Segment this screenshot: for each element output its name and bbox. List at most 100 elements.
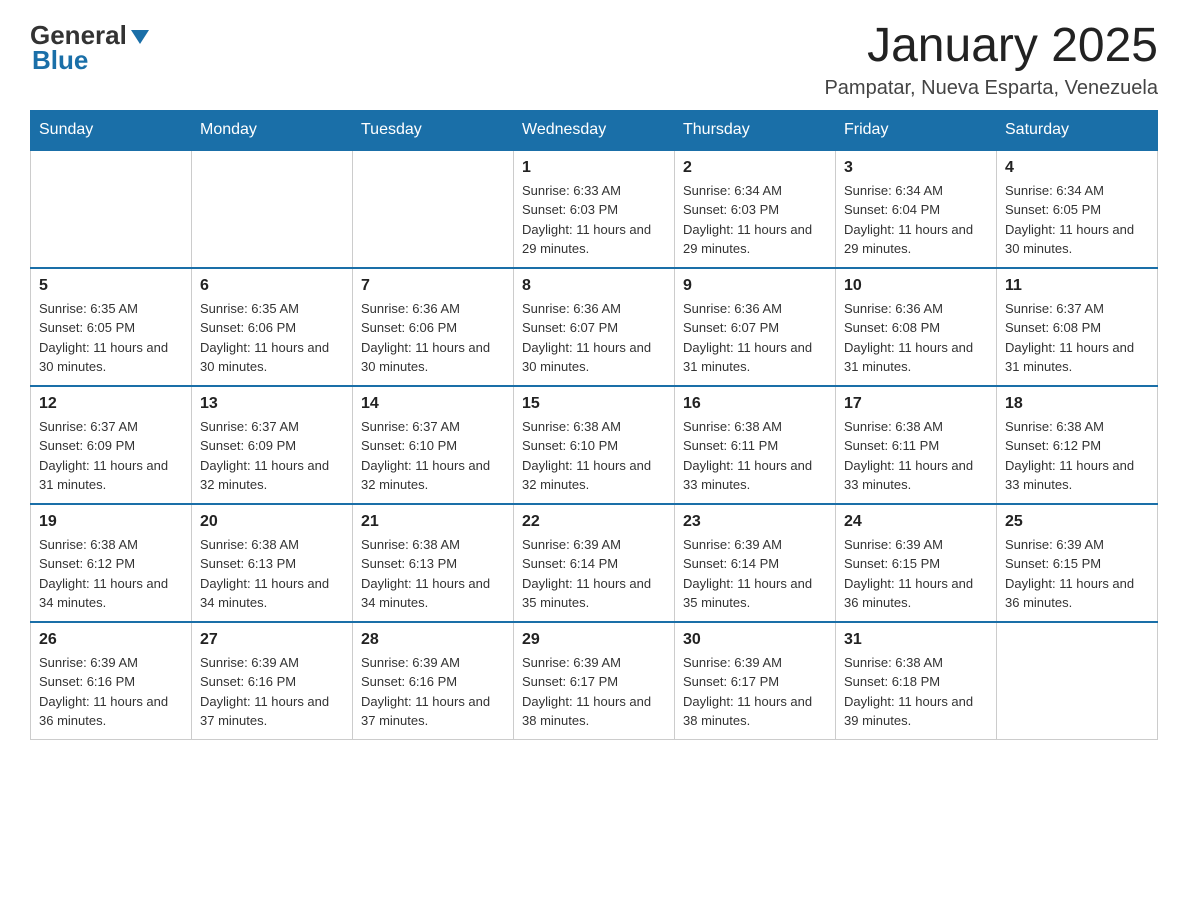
day-number: 2: [683, 159, 827, 177]
calendar-cell: 23 Sunrise: 6:39 AMSunset: 6:14 PMDayligh…: [675, 504, 836, 622]
week-row-3: 12 Sunrise: 6:37 AMSunset: 6:09 PMDayligh…: [31, 386, 1158, 504]
calendar-cell: 6 Sunrise: 6:35 AMSunset: 6:06 PMDaylight…: [192, 268, 353, 386]
calendar-cell: 17 Sunrise: 6:38 AMSunset: 6:11 PMDayligh…: [836, 386, 997, 504]
day-number: 17: [844, 395, 988, 413]
weekday-header-tuesday: Tuesday: [353, 110, 514, 150]
calendar-cell: 4Sunrise: 6:34 AMSunset: 6:05 PMDaylight…: [997, 150, 1158, 268]
day-number: 23: [683, 513, 827, 531]
day-info: Sunrise: 6:39 AMSunset: 6:16 PMDaylight:…: [39, 653, 183, 731]
calendar-cell: 5Sunrise: 6:35 AMSunset: 6:05 PMDaylight…: [31, 268, 192, 386]
day-info: Sunrise: 6:38 AMSunset: 6:11 PMDaylight:…: [683, 417, 827, 495]
calendar-cell: 7 Sunrise: 6:36 AMSunset: 6:06 PMDaylight…: [353, 268, 514, 386]
calendar-cell: 24 Sunrise: 6:39 AMSunset: 6:15 PMDayligh…: [836, 504, 997, 622]
day-info: Sunrise: 6:39 AMSunset: 6:14 PMDaylight:…: [683, 535, 827, 613]
day-info: Sunrise: 6:38 AMSunset: 6:18 PMDaylight:…: [844, 653, 988, 731]
day-info: Sunrise: 6:36 AMSunset: 6:06 PMDaylight:…: [361, 299, 505, 377]
day-number: 31: [844, 631, 988, 649]
calendar-cell: 12 Sunrise: 6:37 AMSunset: 6:09 PMDayligh…: [31, 386, 192, 504]
day-number: 22: [522, 513, 666, 531]
calendar-cell: 3Sunrise: 6:34 AMSunset: 6:04 PMDaylight…: [836, 150, 997, 268]
calendar-cell: 30 Sunrise: 6:39 AMSunset: 6:17 PMDayligh…: [675, 622, 836, 740]
day-info: Sunrise: 6:38 AMSunset: 6:13 PMDaylight:…: [200, 535, 344, 613]
day-info: Sunrise: 6:35 AMSunset: 6:06 PMDaylight:…: [200, 299, 344, 377]
day-number: 1: [522, 159, 666, 177]
calendar-cell: 15 Sunrise: 6:38 AMSunset: 6:10 PMDayligh…: [514, 386, 675, 504]
day-number: 26: [39, 631, 183, 649]
day-number: 7: [361, 277, 505, 295]
day-number: 12: [39, 395, 183, 413]
day-info: Sunrise: 6:38 AMSunset: 6:11 PMDaylight:…: [844, 417, 988, 495]
calendar-cell: 8 Sunrise: 6:36 AMSunset: 6:07 PMDaylight…: [514, 268, 675, 386]
calendar-cell: 21Sunrise: 6:38 AMSunset: 6:13 PMDayligh…: [353, 504, 514, 622]
day-number: 21: [361, 513, 505, 531]
day-info: Sunrise: 6:39 AMSunset: 6:16 PMDaylight:…: [361, 653, 505, 731]
weekday-header-wednesday: Wednesday: [514, 110, 675, 150]
day-number: 10: [844, 277, 988, 295]
day-number: 28: [361, 631, 505, 649]
day-info: Sunrise: 6:36 AMSunset: 6:08 PMDaylight:…: [844, 299, 988, 377]
day-info: Sunrise: 6:37 AMSunset: 6:08 PMDaylight:…: [1005, 299, 1149, 377]
calendar-cell: 13Sunrise: 6:37 AMSunset: 6:09 PMDayligh…: [192, 386, 353, 504]
week-row-2: 5Sunrise: 6:35 AMSunset: 6:05 PMDaylight…: [31, 268, 1158, 386]
calendar-cell: 19Sunrise: 6:38 AMSunset: 6:12 PMDayligh…: [31, 504, 192, 622]
weekday-header-thursday: Thursday: [675, 110, 836, 150]
day-info: Sunrise: 6:39 AMSunset: 6:17 PMDaylight:…: [683, 653, 827, 731]
day-number: 15: [522, 395, 666, 413]
day-info: Sunrise: 6:33 AMSunset: 6:03 PMDaylight:…: [522, 181, 666, 259]
day-number: 6: [200, 277, 344, 295]
week-row-5: 26 Sunrise: 6:39 AMSunset: 6:16 PMDayligh…: [31, 622, 1158, 740]
calendar-cell: 28 Sunrise: 6:39 AMSunset: 6:16 PMDayligh…: [353, 622, 514, 740]
logo: General Blue: [30, 20, 151, 76]
weekday-header-friday: Friday: [836, 110, 997, 150]
day-info: Sunrise: 6:38 AMSunset: 6:10 PMDaylight:…: [522, 417, 666, 495]
day-info: Sunrise: 6:34 AMSunset: 6:03 PMDaylight:…: [683, 181, 827, 259]
day-number: 20: [200, 513, 344, 531]
calendar-cell: [31, 150, 192, 268]
calendar-table: SundayMondayTuesdayWednesdayThursdayFrid…: [30, 110, 1158, 740]
calendar-cell: [353, 150, 514, 268]
day-number: 16: [683, 395, 827, 413]
day-number: 24: [844, 513, 988, 531]
calendar-cell: 16 Sunrise: 6:38 AMSunset: 6:11 PMDayligh…: [675, 386, 836, 504]
day-info: Sunrise: 6:36 AMSunset: 6:07 PMDaylight:…: [522, 299, 666, 377]
day-number: 19: [39, 513, 183, 531]
calendar-cell: 22 Sunrise: 6:39 AMSunset: 6:14 PMDayligh…: [514, 504, 675, 622]
day-number: 27: [200, 631, 344, 649]
calendar-cell: 18Sunrise: 6:38 AMSunset: 6:12 PMDayligh…: [997, 386, 1158, 504]
weekday-header-sunday: Sunday: [31, 110, 192, 150]
calendar-cell: 27Sunrise: 6:39 AMSunset: 6:16 PMDayligh…: [192, 622, 353, 740]
location: Pampatar, Nueva Esparta, Venezuela: [824, 77, 1158, 100]
calendar-cell: [997, 622, 1158, 740]
calendar-cell: 9 Sunrise: 6:36 AMSunset: 6:07 PMDaylight…: [675, 268, 836, 386]
title-area: January 2025 Pampatar, Nueva Esparta, Ve…: [824, 20, 1158, 100]
day-info: Sunrise: 6:37 AMSunset: 6:10 PMDaylight:…: [361, 417, 505, 495]
calendar-cell: 31 Sunrise: 6:38 AMSunset: 6:18 PMDayligh…: [836, 622, 997, 740]
week-row-4: 19Sunrise: 6:38 AMSunset: 6:12 PMDayligh…: [31, 504, 1158, 622]
calendar-cell: 1 Sunrise: 6:33 AMSunset: 6:03 PMDaylight…: [514, 150, 675, 268]
day-info: Sunrise: 6:37 AMSunset: 6:09 PMDaylight:…: [39, 417, 183, 495]
day-info: Sunrise: 6:35 AMSunset: 6:05 PMDaylight:…: [39, 299, 183, 377]
day-number: 30: [683, 631, 827, 649]
logo-blue: Blue: [32, 45, 88, 76]
page-header: General Blue January 2025 Pampatar, Nuev…: [30, 20, 1158, 100]
day-info: Sunrise: 6:39 AMSunset: 6:14 PMDaylight:…: [522, 535, 666, 613]
weekday-header-monday: Monday: [192, 110, 353, 150]
day-info: Sunrise: 6:39 AMSunset: 6:17 PMDaylight:…: [522, 653, 666, 731]
day-info: Sunrise: 6:34 AMSunset: 6:05 PMDaylight:…: [1005, 181, 1149, 259]
week-row-1: 1 Sunrise: 6:33 AMSunset: 6:03 PMDaylight…: [31, 150, 1158, 268]
calendar-cell: 25Sunrise: 6:39 AMSunset: 6:15 PMDayligh…: [997, 504, 1158, 622]
calendar-cell: 11Sunrise: 6:37 AMSunset: 6:08 PMDayligh…: [997, 268, 1158, 386]
day-number: 18: [1005, 395, 1149, 413]
weekday-header-saturday: Saturday: [997, 110, 1158, 150]
day-number: 9: [683, 277, 827, 295]
calendar-cell: 29Sunrise: 6:39 AMSunset: 6:17 PMDayligh…: [514, 622, 675, 740]
logo-arrow-icon: [129, 26, 151, 48]
calendar-cell: 26 Sunrise: 6:39 AMSunset: 6:16 PMDayligh…: [31, 622, 192, 740]
day-info: Sunrise: 6:39 AMSunset: 6:15 PMDaylight:…: [844, 535, 988, 613]
calendar-cell: 14 Sunrise: 6:37 AMSunset: 6:10 PMDayligh…: [353, 386, 514, 504]
day-info: Sunrise: 6:34 AMSunset: 6:04 PMDaylight:…: [844, 181, 988, 259]
day-info: Sunrise: 6:36 AMSunset: 6:07 PMDaylight:…: [683, 299, 827, 377]
day-number: 14: [361, 395, 505, 413]
day-number: 25: [1005, 513, 1149, 531]
day-number: 8: [522, 277, 666, 295]
